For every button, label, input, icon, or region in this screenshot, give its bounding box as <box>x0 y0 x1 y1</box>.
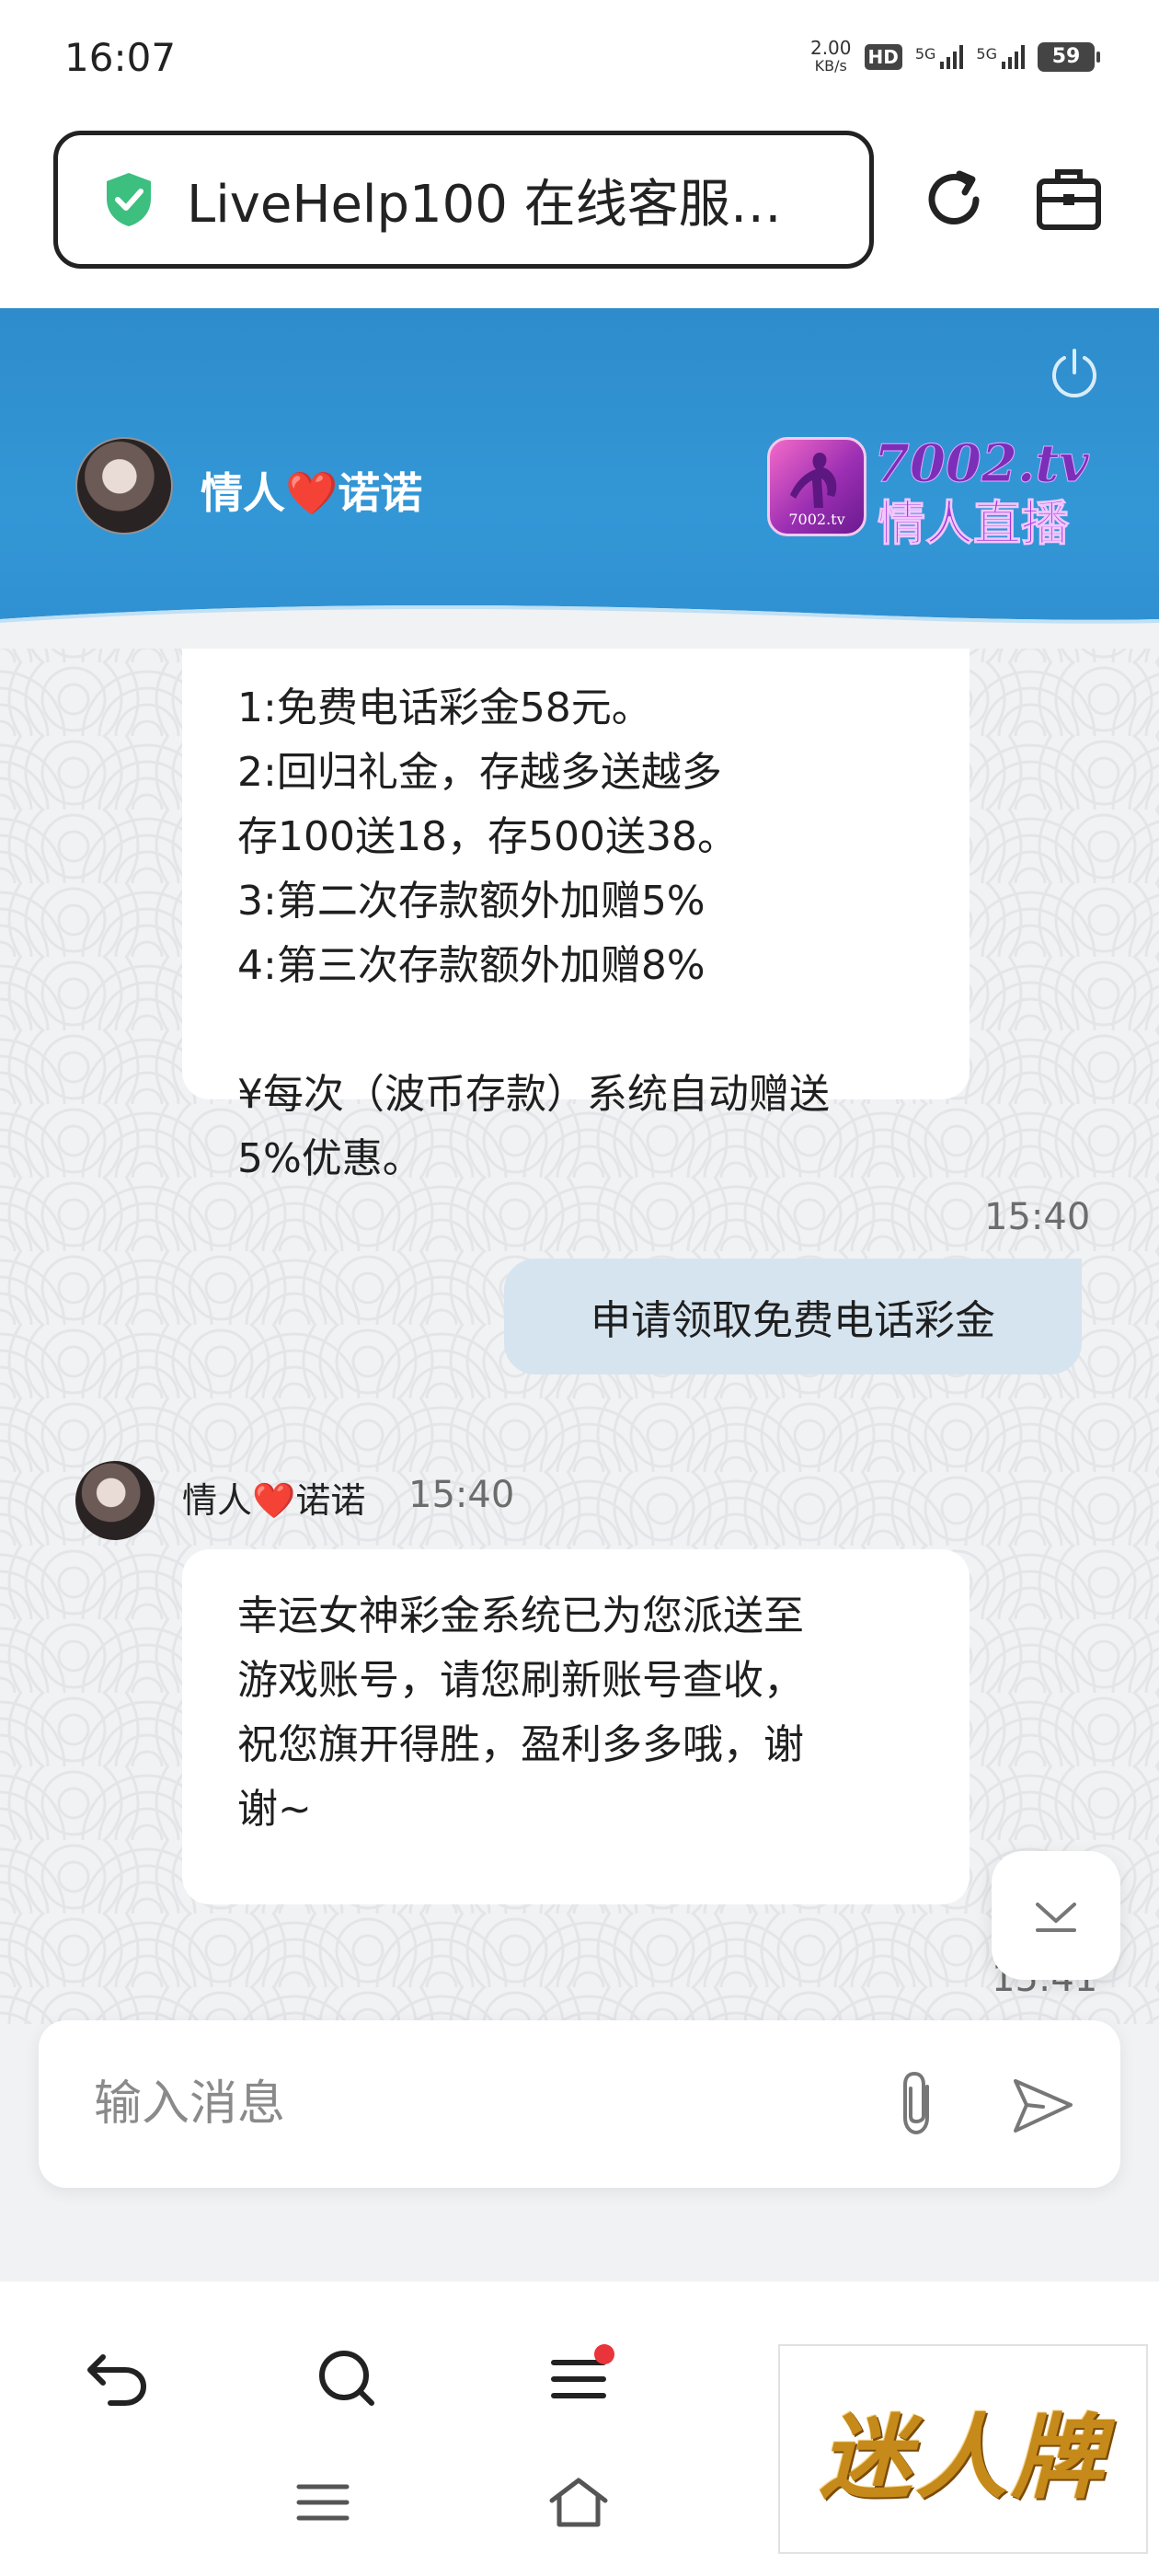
screen: 16:07 2.00 KB/s HD 5G 5G 59 LiveHelp100 … <box>0 0 1159 2576</box>
status-time: 16:07 <box>64 35 177 80</box>
heart-icon: ❤️ <box>285 468 339 518</box>
briefcase-icon <box>1037 169 1101 230</box>
agent-message-name: 情人❤️诺诺 <box>182 1480 366 1521</box>
reload-icon <box>928 170 980 224</box>
status-bar: 16:07 2.00 KB/s HD 5G 5G 59 <box>0 0 1159 120</box>
address-bar[interactable]: LiveHelp100 在线客服… <box>53 131 874 269</box>
promo-line: 4:第三次存款额外加赠8% <box>237 942 706 989</box>
agent-name: 情人❤️诺诺 <box>201 468 423 518</box>
header-wave <box>0 604 1159 649</box>
promo-lines: 1:免费电话彩金58元。 2:回归礼金，存越多送越多 存100送18，存500送38… <box>237 676 914 1191</box>
message-composer <box>39 2020 1120 2188</box>
page-title: LiveHelp100 在线客服… <box>187 174 782 235</box>
back-arrow-icon <box>87 2354 147 2406</box>
hd-icon: HD <box>864 44 902 70</box>
message-list[interactable]: 1:免费电话彩金58元。 2:回归礼金，存越多送越多 存100送18，存500送38… <box>0 589 1159 2024</box>
signal-icon-sim2: 5G <box>976 45 1025 69</box>
promo-line <box>237 998 914 1063</box>
battery-icon: 59 <box>1038 42 1100 72</box>
agent-avatar <box>75 437 173 535</box>
promo-line: 存100送18，存500送38。 <box>237 813 738 860</box>
chat-header: 情人❤️诺诺 7002.tv 7002.tv 情人直播 <box>0 308 1159 649</box>
system-home-button[interactable] <box>537 2466 620 2539</box>
brand-logo: 7002.tv 7002.tv 情人直播 <box>767 433 1089 553</box>
system-menu-icon <box>296 2484 350 2521</box>
agent-message-time: 15:40 <box>408 1474 515 1516</box>
menu-button[interactable] <box>537 2337 620 2420</box>
dancer-silhouette-icon <box>790 453 837 508</box>
reload-button[interactable] <box>915 161 993 238</box>
status-icons: 2.00 KB/s HD 5G 5G 59 <box>810 39 1100 75</box>
net-speed-unit: KB/s <box>814 57 847 75</box>
promo-line: ¥每次（波币存款）系统自动赠送 <box>237 1071 830 1118</box>
promo-text: 1:免费电话彩金58元。 2:回归礼金，存越多送越多 存100送18，存500送38… <box>182 589 970 1182</box>
chevron-down-icon <box>1036 1903 1076 1932</box>
message-input[interactable] <box>94 2072 866 2136</box>
user-message-time: 15:40 <box>984 1196 1091 1238</box>
logo-badge: 7002.tv <box>767 437 866 536</box>
scroll-to-bottom-button[interactable] <box>992 1851 1120 1980</box>
send-icon[interactable] <box>1006 2070 1080 2144</box>
watermark-logo: 迷人牌 <box>778 2344 1148 2554</box>
notification-dot <box>594 2344 614 2364</box>
system-menu-button[interactable] <box>281 2466 364 2539</box>
toolbox-button[interactable] <box>1030 161 1107 238</box>
net-speed: 2.00 KB/s <box>810 39 852 75</box>
agent-avatar-small <box>75 1461 155 1540</box>
search-icon <box>319 2351 374 2406</box>
promo-line: 5%优惠。 <box>237 1135 423 1182</box>
logo-title: 情人直播 <box>877 496 1070 553</box>
promo-line: 1:免费电话彩金58元。 <box>237 684 652 731</box>
promo-line: 3:第二次存款额外加赠5% <box>237 878 706 925</box>
signal-icon-sim1: 5G <box>915 45 964 69</box>
promo-line: 2:回归礼金，存越多送越多 <box>237 749 722 796</box>
search-button[interactable] <box>305 2337 388 2420</box>
attachment-icon[interactable] <box>881 2066 955 2144</box>
secure-shield-icon <box>107 173 151 226</box>
user-message-bubble: 申请领取免费电话彩金 <box>504 1259 1082 1374</box>
net-speed-value: 2.00 <box>809 37 852 59</box>
system-home-icon <box>549 2478 608 2527</box>
agent-reply-bubble: 幸运女神彩金系统已为您派送至 游戏账号，请您刷新账号查收， 祝您旗开得胜，盈利多… <box>182 1549 970 1904</box>
browser-toolbar: LiveHelp100 在线客服… <box>0 120 1159 308</box>
back-button[interactable] <box>75 2337 158 2420</box>
power-icon[interactable] <box>1047 345 1102 400</box>
